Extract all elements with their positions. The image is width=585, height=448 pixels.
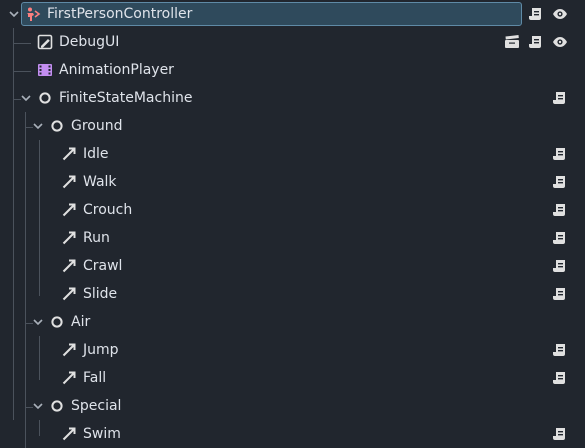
node-name: Crawl [83, 258, 123, 274]
state-arrow-icon [61, 230, 77, 246]
node-circle-icon [49, 118, 65, 134]
node-name: FirstPersonController [47, 6, 193, 22]
character-body-icon [25, 6, 41, 22]
tree-row-firstpersoncontroller[interactable]: FirstPersonController [0, 0, 585, 28]
state-arrow-icon [61, 202, 77, 218]
node-name: Jump [83, 342, 119, 358]
node-name: Special [71, 398, 122, 414]
node-circle-icon [37, 90, 53, 106]
node-name: Idle [83, 146, 109, 162]
scene-tree: FirstPersonController DebugUI AnimationPla… [0, 0, 585, 448]
visibility-eye-icon[interactable] [552, 34, 568, 50]
state-arrow-icon [61, 342, 77, 358]
node-circle-icon [49, 314, 65, 330]
state-arrow-icon [61, 146, 77, 162]
tree-row-special[interactable]: Special [0, 392, 585, 420]
node-name: Ground [71, 118, 123, 134]
node-name: Air [71, 314, 91, 330]
node-name: FiniteStateMachine [59, 90, 193, 106]
script-icon[interactable] [552, 370, 568, 386]
visibility-eye-icon[interactable] [552, 6, 568, 22]
tree-row-air[interactable]: Air [0, 308, 585, 336]
script-icon[interactable] [552, 174, 568, 190]
script-icon[interactable] [552, 258, 568, 274]
script-icon[interactable] [552, 90, 568, 106]
animation-player-icon [37, 62, 53, 78]
node-name: DebugUI [59, 34, 120, 50]
collapse-arrow-icon[interactable] [32, 399, 44, 413]
node-name: Swim [83, 426, 121, 442]
tree-row-fall[interactable]: Fall [0, 364, 585, 392]
node-name: Slide [83, 286, 118, 302]
tree-row-crawl[interactable]: Crawl [0, 252, 585, 280]
script-icon[interactable] [552, 426, 568, 442]
script-icon[interactable] [552, 230, 568, 246]
control-node-icon [37, 34, 53, 50]
node-name: Walk [83, 174, 117, 190]
tree-row-animationplayer[interactable]: AnimationPlayer [0, 56, 585, 84]
tree-row-idle[interactable]: Idle [0, 140, 585, 168]
state-arrow-icon [61, 174, 77, 190]
node-name: Crouch [83, 202, 133, 218]
scene-instance-icon[interactable] [504, 34, 520, 50]
tree-row-swim[interactable]: Swim [0, 420, 585, 448]
state-arrow-icon [61, 286, 77, 302]
state-arrow-icon [61, 370, 77, 386]
script-icon[interactable] [552, 146, 568, 162]
node-name: Fall [83, 370, 107, 386]
tree-row-debugui[interactable]: DebugUI [0, 28, 585, 56]
state-arrow-icon [61, 258, 77, 274]
tree-row-walk[interactable]: Walk [0, 168, 585, 196]
script-icon[interactable] [528, 6, 544, 22]
tree-row-run[interactable]: Run [0, 224, 585, 252]
tree-row-jump[interactable]: Jump [0, 336, 585, 364]
tree-row-crouch[interactable]: Crouch [0, 196, 585, 224]
script-icon[interactable] [552, 286, 568, 302]
node-circle-icon [49, 398, 65, 414]
script-icon[interactable] [552, 342, 568, 358]
state-arrow-icon [61, 426, 77, 442]
tree-row-ground[interactable]: Ground [0, 112, 585, 140]
node-name: AnimationPlayer [59, 62, 174, 78]
tree-row-slide[interactable]: Slide [0, 280, 585, 308]
node-name: Run [83, 230, 110, 246]
collapse-arrow-icon[interactable] [32, 315, 44, 329]
script-icon[interactable] [552, 202, 568, 218]
collapse-arrow-icon[interactable] [32, 119, 44, 133]
tree-row-finitestatemachine[interactable]: FiniteStateMachine [0, 84, 585, 112]
script-icon[interactable] [528, 34, 544, 50]
collapse-arrow-icon[interactable] [8, 7, 20, 21]
collapse-arrow-icon[interactable] [20, 91, 32, 105]
